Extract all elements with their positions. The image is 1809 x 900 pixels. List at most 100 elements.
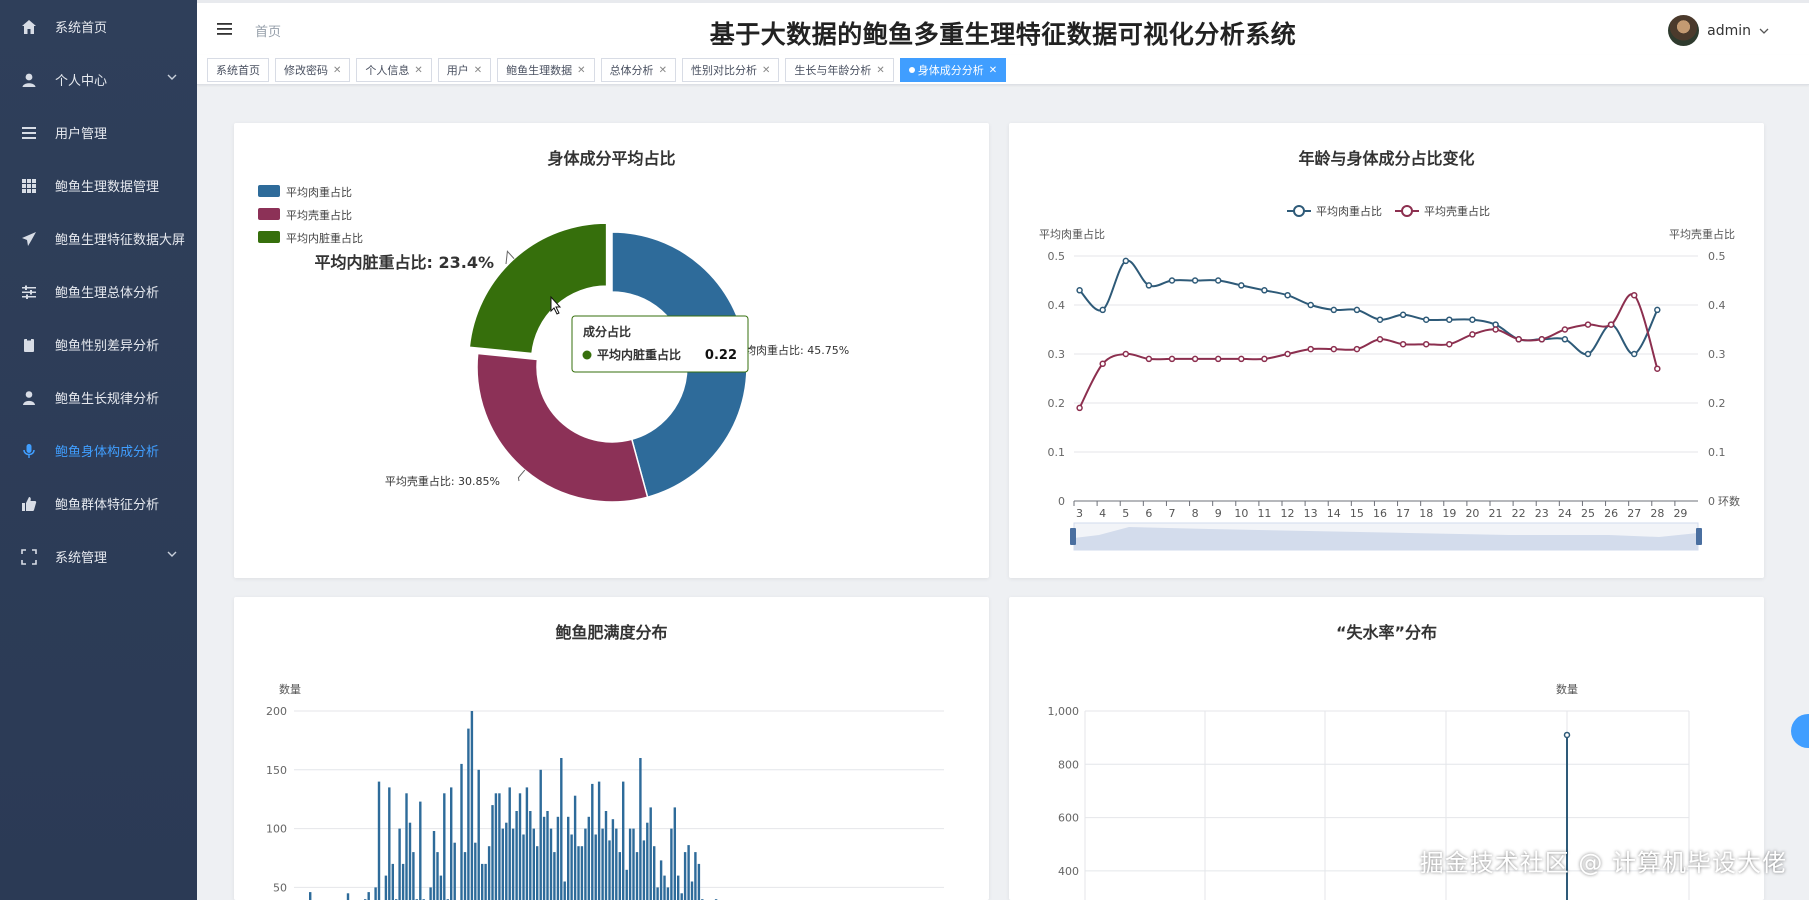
- bar: [697, 863, 701, 900]
- tooltip-value: 0.22: [705, 348, 737, 363]
- sidebar-item-6[interactable]: 鲍鱼性别差异分析: [0, 318, 197, 371]
- chevron-down-icon[interactable]: [167, 71, 177, 81]
- y-tick-label: 1,000: [1048, 705, 1080, 718]
- app-title: 基于大数据的鲍鱼多重生理特征数据可视化分析系统: [709, 20, 1297, 49]
- close-icon[interactable]: ✕: [577, 65, 585, 76]
- tab-label: 用户: [446, 64, 469, 77]
- tab-5[interactable]: 总体分析 ✕: [600, 58, 676, 82]
- sidebar-item-1[interactable]: 个人中心: [0, 53, 197, 106]
- data-point: [1399, 340, 1407, 348]
- series-line: [1078, 293, 1659, 409]
- sidebar-item-8[interactable]: 鲍鱼身体构成分析: [0, 424, 197, 477]
- x-tick-label: 21: [1489, 507, 1503, 520]
- data-point: [1284, 350, 1291, 358]
- tab-label: 总体分析: [609, 64, 654, 77]
- close-icon[interactable]: ✕: [474, 65, 482, 76]
- legend-label: 平均肉重占比: [286, 185, 352, 199]
- tab-label: 个人信息: [365, 64, 410, 77]
- avatar[interactable]: [1668, 15, 1700, 46]
- slider-handle-left: [1070, 528, 1076, 545]
- bar: [508, 787, 511, 900]
- tab-0[interactable]: 系统首页: [207, 58, 269, 82]
- bar: [481, 863, 484, 900]
- data-point: [1214, 277, 1222, 284]
- line-chart: 平均肉重占比 平均壳重占比平均肉重占比 平均壳重占比0 00.1 0.10.2 0.20.…: [1039, 204, 1740, 551]
- bar: [529, 811, 532, 900]
- bar: [570, 834, 573, 900]
- close-icon[interactable]: ✕: [989, 65, 997, 76]
- data-point: [1076, 404, 1083, 412]
- data-point: [1492, 326, 1499, 333]
- tab-2[interactable]: 个人信息 ✕: [356, 58, 432, 82]
- close-icon[interactable]: ✕: [876, 65, 884, 76]
- tab-8[interactable]: 身体成分分析 ✕: [899, 58, 1007, 82]
- sidebar-item-4[interactable]: 鲍鱼生理特征数据大屏: [0, 212, 197, 265]
- username[interactable]: admin: [1707, 23, 1751, 39]
- sidebar-item-label: 鲍鱼生理特征数据大屏: [55, 233, 186, 248]
- x-tick-label: 3: [1076, 507, 1083, 520]
- legend-swatch: [258, 185, 280, 197]
- tab-4[interactable]: 鲍鱼生理数据 ✕: [497, 58, 595, 82]
- x-tick-label: 28: [1650, 507, 1664, 520]
- data-zoom-slider: [1070, 522, 1702, 551]
- y-right-tick-label: 0.5: [1708, 250, 1726, 263]
- pie-leader-line: [517, 469, 526, 482]
- x-tick-label: 14: [1327, 507, 1341, 520]
- sidebar-item-label: 鲍鱼生理总体分析: [55, 286, 160, 301]
- sidebar-item-5[interactable]: 鲍鱼生理总体分析: [0, 265, 197, 318]
- sidebar-item-label: 系统首页: [55, 21, 108, 36]
- user-menu[interactable]: admin: [1668, 15, 1769, 46]
- bar: [608, 840, 611, 900]
- legend-label: 平均内脏重占比: [286, 231, 363, 245]
- sidebar-item-10[interactable]: 系统管理: [0, 530, 197, 583]
- sidebar-item-9[interactable]: 鲍鱼群体特征分析: [0, 477, 197, 530]
- close-icon[interactable]: ✕: [333, 65, 341, 76]
- x-tick-label: 20: [1465, 507, 1479, 520]
- data-point: [1330, 306, 1338, 314]
- close-icon[interactable]: ✕: [659, 65, 667, 76]
- legend-label: 平均肉重占比: [1316, 204, 1382, 218]
- y-axis-label: 数量: [1556, 683, 1578, 696]
- bar: [573, 795, 577, 900]
- chevron-down-icon[interactable]: [167, 548, 177, 558]
- data-point: [1145, 282, 1153, 289]
- x-tick-label: 17: [1396, 507, 1410, 520]
- bar: [549, 828, 553, 900]
- sidebar-item-7[interactable]: 鲍鱼生长规律分析: [0, 371, 197, 424]
- sidebar-item-2[interactable]: 用户管理: [0, 106, 197, 159]
- bar: [628, 828, 632, 900]
- bar: [487, 846, 491, 900]
- x-tick-label: 29: [1673, 507, 1687, 520]
- tab-7[interactable]: 生长与年龄分析 ✕: [785, 58, 894, 82]
- bar: [443, 793, 446, 900]
- bar: [494, 793, 498, 900]
- collapse-toggle-button[interactable]: [1791, 714, 1809, 748]
- tab-1[interactable]: 修改密码 ✕: [275, 58, 351, 82]
- data-point: [1168, 277, 1176, 284]
- bar: [398, 828, 401, 900]
- data-point: [1330, 345, 1338, 353]
- tooltip-name: 平均内脏重占比: [597, 347, 681, 362]
- tab-6[interactable]: 性别对比分析 ✕: [681, 58, 780, 82]
- bar: [391, 863, 395, 900]
- bar: [484, 863, 487, 900]
- bar: [460, 763, 463, 900]
- x-tick-label: 27: [1627, 507, 1641, 520]
- bar: [467, 728, 470, 900]
- y-left-tick-label: 0.1: [1048, 446, 1066, 459]
- close-icon[interactable]: ✕: [762, 65, 770, 76]
- data-point: [1353, 306, 1361, 314]
- sidebar-item-label: 个人中心: [55, 74, 108, 89]
- watermark: 掘金技术社区 @ 计算机毕设大佬: [1419, 849, 1787, 877]
- bar: [632, 828, 635, 900]
- bar: [474, 842, 477, 900]
- tab-3[interactable]: 用户 ✕: [437, 58, 492, 82]
- close-icon[interactable]: ✕: [414, 65, 422, 76]
- tab-label: 鲍鱼生理数据: [506, 64, 573, 77]
- chevron-down-icon[interactable]: [1759, 26, 1769, 36]
- sidebar-item-0[interactable]: 系统首页: [0, 0, 197, 53]
- bar: [450, 787, 453, 900]
- x-tick-label: 7: [1169, 507, 1176, 520]
- bar: [601, 828, 604, 900]
- sidebar-item-3[interactable]: 鲍鱼生理数据管理: [0, 159, 197, 212]
